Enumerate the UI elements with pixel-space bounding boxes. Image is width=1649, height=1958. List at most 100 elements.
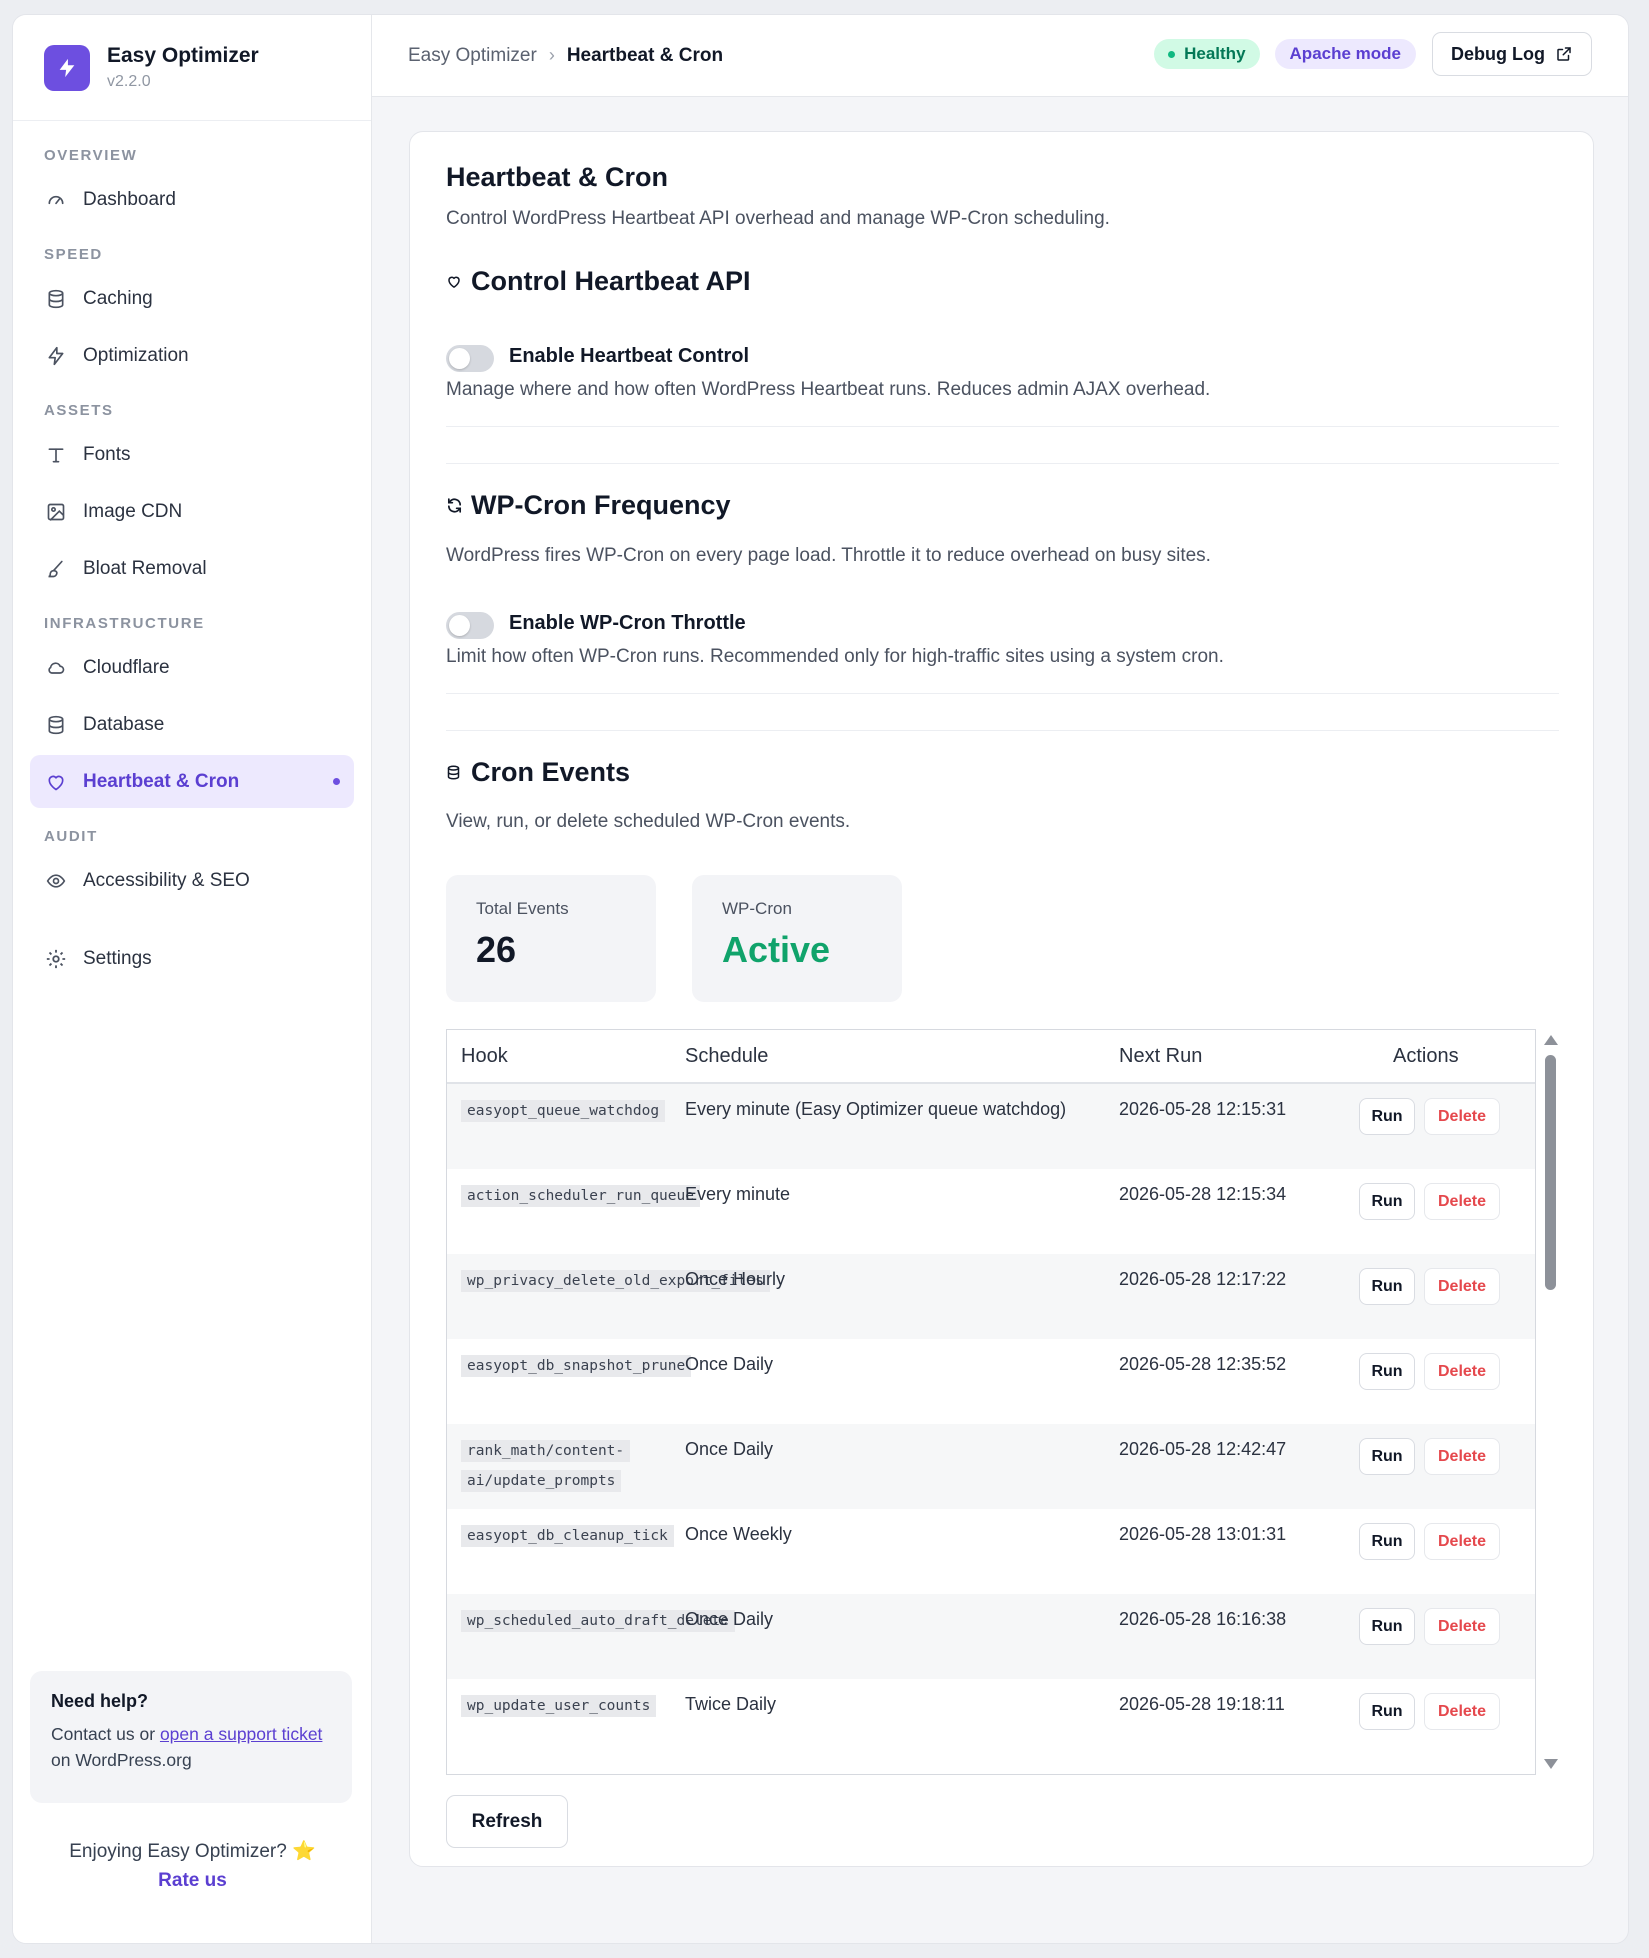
help-text: Contact us or open a support ticket on W… [51,1721,331,1773]
enjoy-text: Enjoying Easy Optimizer? ⭐ [69,1841,316,1862]
next-run-cell: 2026-05-28 12:15:31 [1119,1099,1287,1119]
nav-section-overview: OVERVIEW [44,147,138,164]
help-text-after: on WordPress.org [51,1750,192,1770]
delete-button[interactable]: Delete [1424,1438,1500,1475]
run-button[interactable]: Run [1359,1523,1415,1560]
stat-value: Active [722,929,831,970]
next-run-cell: 2026-05-28 19:18:11 [1119,1694,1285,1714]
column-header-schedule: Schedule [685,1045,769,1067]
divider [446,693,1559,694]
run-button[interactable]: Run [1359,1353,1415,1390]
hook-cell: easyopt_db_snapshot_prune [461,1351,692,1381]
hook-cell: wp_privacy_delete_old_export_files [461,1266,770,1296]
hook-cell: easyopt_queue_watchdog [461,1096,666,1126]
sidebar-item-fonts[interactable]: Fonts [30,428,354,481]
stat-label: WP-Cron [722,899,792,918]
delete-button[interactable]: Delete [1424,1183,1500,1220]
active-indicator-dot [333,778,340,785]
delete-button[interactable]: Delete [1424,1268,1500,1305]
divider [446,426,1559,427]
status-dot [1168,50,1176,58]
brand: Easy Optimizer v2.2.0 [13,15,371,121]
sidebar-item-database[interactable]: Database [30,698,354,751]
sidebar-item-caching[interactable]: Caching [30,272,354,325]
table-row: wp_update_user_counts Twice Daily 2026-05-… [447,1679,1535,1764]
breadcrumb-current: Heartbeat & Cron [566,44,724,66]
sidebar: Easy Optimizer v2.2.0 OVERVIEW Dashboard… [13,15,372,1943]
delete-button[interactable]: Delete [1424,1098,1500,1135]
stat-label: Total Events [476,899,569,918]
sidebar-item-image-cdn[interactable]: Image CDN [30,485,354,538]
sidebar-item-cloudflare[interactable]: Cloudflare [30,641,354,694]
column-header-hook: Hook [461,1045,508,1067]
next-run-cell: 2026-05-28 12:42:47 [1119,1439,1287,1459]
stat-value: 26 [476,929,517,970]
gear-icon [44,947,68,971]
wpcron-status-stat: WP-Cron Active [692,875,902,1002]
next-run-cell: 2026-05-28 13:01:31 [1119,1524,1287,1544]
rate-us-link[interactable]: Rate us [13,1870,372,1892]
brand-name: Easy Optimizer [107,44,259,67]
sidebar-item-dashboard[interactable]: Dashboard [30,173,354,226]
cloud-icon [44,656,68,680]
debug-log-label: Debug Log [1451,43,1545,64]
sidebar-item-accessibility-seo[interactable]: Accessibility & SEO [30,854,354,907]
wpcron-toggle-description: Limit how often WP-Cron runs. Recommende… [446,646,1224,667]
sidebar-item-settings[interactable]: Settings [30,932,354,985]
wpcron-throttle-toggle[interactable] [446,612,494,639]
table-row: rank_math/content-ai/update_prompts Once … [447,1424,1535,1509]
heartbeat-control-toggle[interactable] [446,345,494,372]
divider [446,463,1559,464]
database-icon [44,287,68,311]
cron-events-section-title: Cron Events [446,757,630,788]
schedule-cell: Every minute [685,1184,791,1204]
toggle-knob [449,615,470,636]
column-header-next-run: Next Run [1119,1045,1203,1067]
sidebar-item-label: Image CDN [83,500,183,522]
run-button[interactable]: Run [1359,1438,1415,1475]
table-row: easyopt_db_cleanup_tick Once Weekly 2026-0… [447,1509,1535,1594]
page-title: Heartbeat & Cron [446,162,669,192]
debug-log-button[interactable]: Debug Log [1432,32,1592,76]
database-icon [44,713,68,737]
sidebar-item-label: Optimization [83,344,189,366]
wpcron-description: WordPress fires WP-Cron on every page lo… [446,545,1211,566]
refresh-button[interactable]: Refresh [446,1795,568,1848]
hook-cell: action_scheduler_run_queue [461,1181,700,1211]
database-icon [446,763,466,783]
help-title: Need help? [51,1691,149,1711]
delete-button[interactable]: Delete [1424,1608,1500,1645]
hook-name: action_scheduler_run_queue [461,1185,700,1207]
run-button[interactable]: Run [1359,1183,1415,1220]
status-label: Healthy [1184,44,1246,63]
sidebar-item-label: Caching [83,287,153,309]
hook-cell: wp_scheduled_auto_draft_delete [461,1606,735,1636]
table-row: wp_scheduled_auto_draft_delete Once Daily… [447,1594,1535,1679]
run-button[interactable]: Run [1359,1693,1415,1730]
breadcrumb-root[interactable]: Easy Optimizer [408,45,537,67]
run-button[interactable]: Run [1359,1608,1415,1645]
brand-version: v2.2.0 [107,73,151,90]
scroll-up-arrow-icon[interactable] [1544,1035,1558,1045]
brush-icon [44,557,68,581]
heartbeat-toggle-description: Manage where and how often WordPress Hea… [446,379,1211,400]
sidebar-item-heartbeat-cron[interactable]: Heartbeat & Cron [30,755,354,808]
top-bar: Easy Optimizer › Heartbeat & Cron Health… [372,15,1628,97]
help-box: Need help? Contact us or open a support … [30,1671,352,1803]
scroll-down-arrow-icon[interactable] [1544,1759,1558,1769]
support-ticket-link[interactable]: open a support ticket [160,1724,322,1744]
scrollbar-thumb[interactable] [1545,1055,1556,1290]
sidebar-item-label: Bloat Removal [83,557,207,579]
delete-button[interactable]: Delete [1424,1693,1500,1730]
sidebar-item-optimization[interactable]: Optimization [30,329,354,382]
refresh-icon [446,496,466,516]
table-scrollbar[interactable] [1543,1029,1558,1775]
wpcron-title-text: WP-Cron Frequency [471,490,731,520]
hook-name: easyopt_db_snapshot_prune [461,1355,692,1377]
sidebar-item-bloat-removal[interactable]: Bloat Removal [30,542,354,595]
delete-button[interactable]: Delete [1424,1523,1500,1560]
run-button[interactable]: Run [1359,1268,1415,1305]
app-window: Easy Optimizer v2.2.0 OVERVIEW Dashboard… [12,14,1629,1944]
run-button[interactable]: Run [1359,1098,1415,1135]
delete-button[interactable]: Delete [1424,1353,1500,1390]
